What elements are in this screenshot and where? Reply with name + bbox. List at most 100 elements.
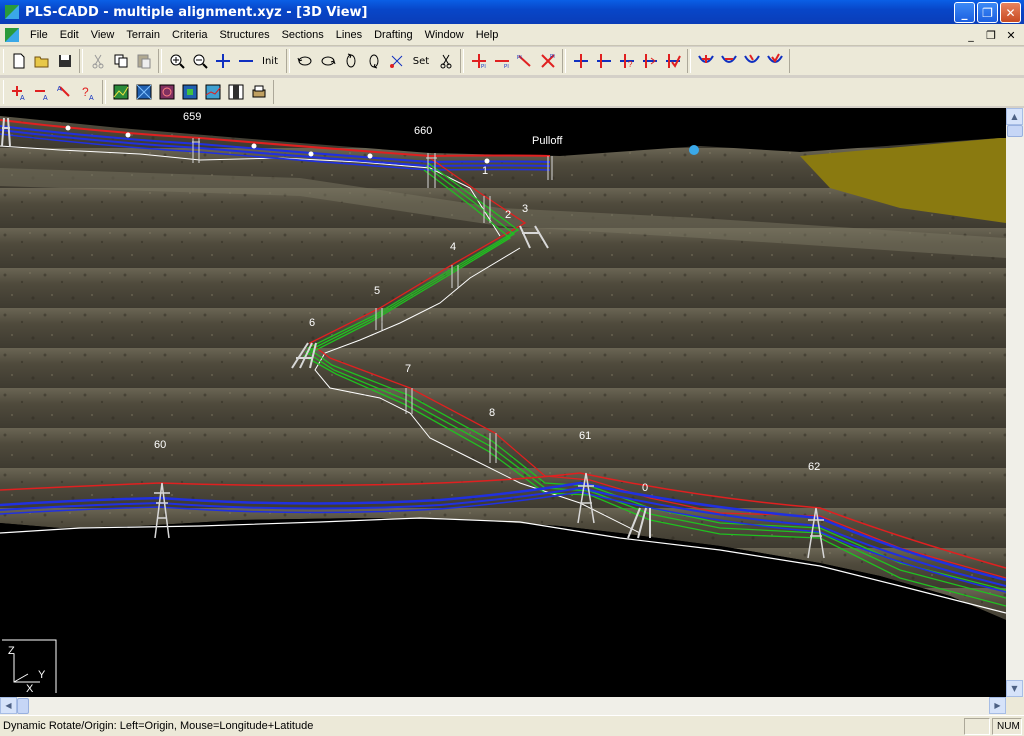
contour-display-button[interactable]: [155, 81, 178, 103]
svg-text:PI: PI: [504, 64, 509, 70]
move-annotation-button[interactable]: A: [53, 81, 76, 103]
menu-criteria[interactable]: Criteria: [166, 27, 213, 43]
new-file-button[interactable]: [7, 50, 30, 72]
cut-button[interactable]: [86, 50, 109, 72]
axis-x-label: X: [26, 683, 34, 695]
scroll-up-button[interactable]: ▲: [1006, 108, 1023, 125]
surface-display-button[interactable]: [178, 81, 201, 103]
restore-button[interactable]: ❐: [977, 2, 998, 23]
wire-toolbar: [690, 49, 790, 73]
label-1: 1: [482, 165, 488, 177]
set-button[interactable]: Set: [408, 50, 434, 72]
paste-icon: [137, 54, 150, 69]
add-pi-button[interactable]: PI: [467, 50, 490, 72]
zoom-in-button[interactable]: [165, 50, 188, 72]
rotate-up-button[interactable]: [293, 50, 316, 72]
label-4: 4: [450, 241, 456, 253]
mdi-minimize-button[interactable]: _: [964, 28, 978, 42]
rotate-down-icon: [321, 56, 335, 66]
document-icon[interactable]: [4, 27, 20, 43]
close-button[interactable]: ✕: [1000, 2, 1021, 23]
3d-scene[interactable]: 659 660 Pulloff 1 2 3 4 5 6 7 8 60 61 0 …: [0, 108, 1006, 697]
3d-view-canvas[interactable]: 659 660 Pulloff 1 2 3 4 5 6 7 8 60 61 0 …: [0, 108, 1006, 697]
delete-pi-button[interactable]: PI: [490, 50, 513, 72]
zoom-out-button[interactable]: [188, 50, 211, 72]
position-marker[interactable]: [689, 145, 699, 155]
pan-horizontal-button[interactable]: [234, 50, 257, 72]
svg-text:?: ?: [82, 85, 89, 99]
menu-drafting[interactable]: Drafting: [368, 27, 419, 43]
pan-cross-button[interactable]: [211, 50, 234, 72]
plan-icon: [228, 84, 243, 100]
query-annotation-button[interactable]: ? A: [76, 81, 99, 103]
wire-sag-move-button[interactable]: [740, 50, 763, 72]
terrain-display-button[interactable]: [109, 81, 132, 103]
minimize-button[interactable]: _: [954, 2, 975, 23]
delete-annotation-button[interactable]: A: [30, 81, 53, 103]
check-structure-icon: [665, 54, 681, 68]
add-structure-icon: [573, 54, 588, 68]
title-bar: PLS-CADD - multiple alignment.xyz - [3D …: [0, 0, 1024, 24]
plan-display-button[interactable]: [224, 81, 247, 103]
dynamic-rotate-button[interactable]: [385, 50, 408, 72]
scroll-right-button[interactable]: ▶: [989, 697, 1006, 714]
menu-window[interactable]: Window: [419, 27, 470, 43]
init-button[interactable]: Init: [257, 50, 283, 72]
horizontal-scroll-thumb[interactable]: [17, 698, 29, 714]
surface-icon: [182, 84, 197, 100]
wire-sag-check-button[interactable]: [763, 50, 786, 72]
move-pi-button[interactable]: PI: [513, 50, 536, 72]
rotate-left-button[interactable]: [339, 50, 362, 72]
scroll-left-button[interactable]: ◀: [0, 697, 17, 714]
dynamic-rotate-icon: [389, 55, 402, 68]
menu-help[interactable]: Help: [470, 27, 505, 43]
profile-icon: [205, 84, 220, 100]
profile-display-button[interactable]: [201, 81, 224, 103]
tin-display-button[interactable]: [132, 81, 155, 103]
paste-button[interactable]: [132, 50, 155, 72]
label-60: 60: [154, 439, 166, 451]
copy-button[interactable]: [109, 50, 132, 72]
new-file-icon: [13, 53, 24, 69]
contour-icon: [159, 84, 174, 100]
horizontal-scrollbar[interactable]: ◀ ▶: [0, 697, 1006, 715]
rotate-right-button[interactable]: [362, 50, 385, 72]
svg-text:?: ?: [628, 60, 633, 69]
check-structure-button[interactable]: [661, 50, 684, 72]
plus-icon: [215, 54, 230, 68]
structure-info-button[interactable]: ?: [615, 50, 638, 72]
menu-terrain[interactable]: Terrain: [120, 27, 166, 43]
menu-file[interactable]: File: [24, 27, 54, 43]
remove-pi-button[interactable]: PI: [536, 50, 559, 72]
menu-sections[interactable]: Sections: [276, 27, 330, 43]
status-panel-empty: [964, 717, 990, 735]
wire-sag-add-button[interactable]: [694, 50, 717, 72]
scroll-down-button[interactable]: ▼: [1006, 680, 1023, 697]
move-structure-button[interactable]: [638, 50, 661, 72]
menu-edit[interactable]: Edit: [54, 27, 85, 43]
add-structure-button[interactable]: [569, 50, 592, 72]
mdi-restore-button[interactable]: ❐: [984, 28, 998, 42]
cut-view-button[interactable]: [434, 50, 457, 72]
wire-sag-remove-button[interactable]: [717, 50, 740, 72]
menu-structures[interactable]: Structures: [213, 27, 275, 43]
delete-structure-icon: [596, 54, 611, 68]
open-file-button[interactable]: [30, 50, 53, 72]
menu-view[interactable]: View: [85, 27, 121, 43]
add-annotation-button[interactable]: A: [7, 81, 30, 103]
toolbar-row-2: A A A ? A: [0, 78, 1024, 106]
menu-lines[interactable]: Lines: [330, 27, 368, 43]
move-pi-icon: PI: [517, 55, 531, 67]
num-lock-indicator: NUM: [992, 717, 1022, 735]
print-display-button[interactable]: [247, 81, 270, 103]
scissors-icon: [440, 54, 451, 69]
mdi-close-button[interactable]: ✕: [1004, 28, 1018, 42]
remove-pi-icon: PI: [540, 54, 554, 68]
vertical-scrollbar[interactable]: ▲ ▼: [1006, 108, 1024, 697]
sag-check-icon: [766, 53, 783, 63]
rotate-down-button[interactable]: [316, 50, 339, 72]
vertical-scroll-thumb[interactable]: [1007, 125, 1023, 137]
save-button[interactable]: [53, 50, 76, 72]
delete-structure-button[interactable]: [592, 50, 615, 72]
rotate-toolbar: Set: [289, 49, 461, 73]
